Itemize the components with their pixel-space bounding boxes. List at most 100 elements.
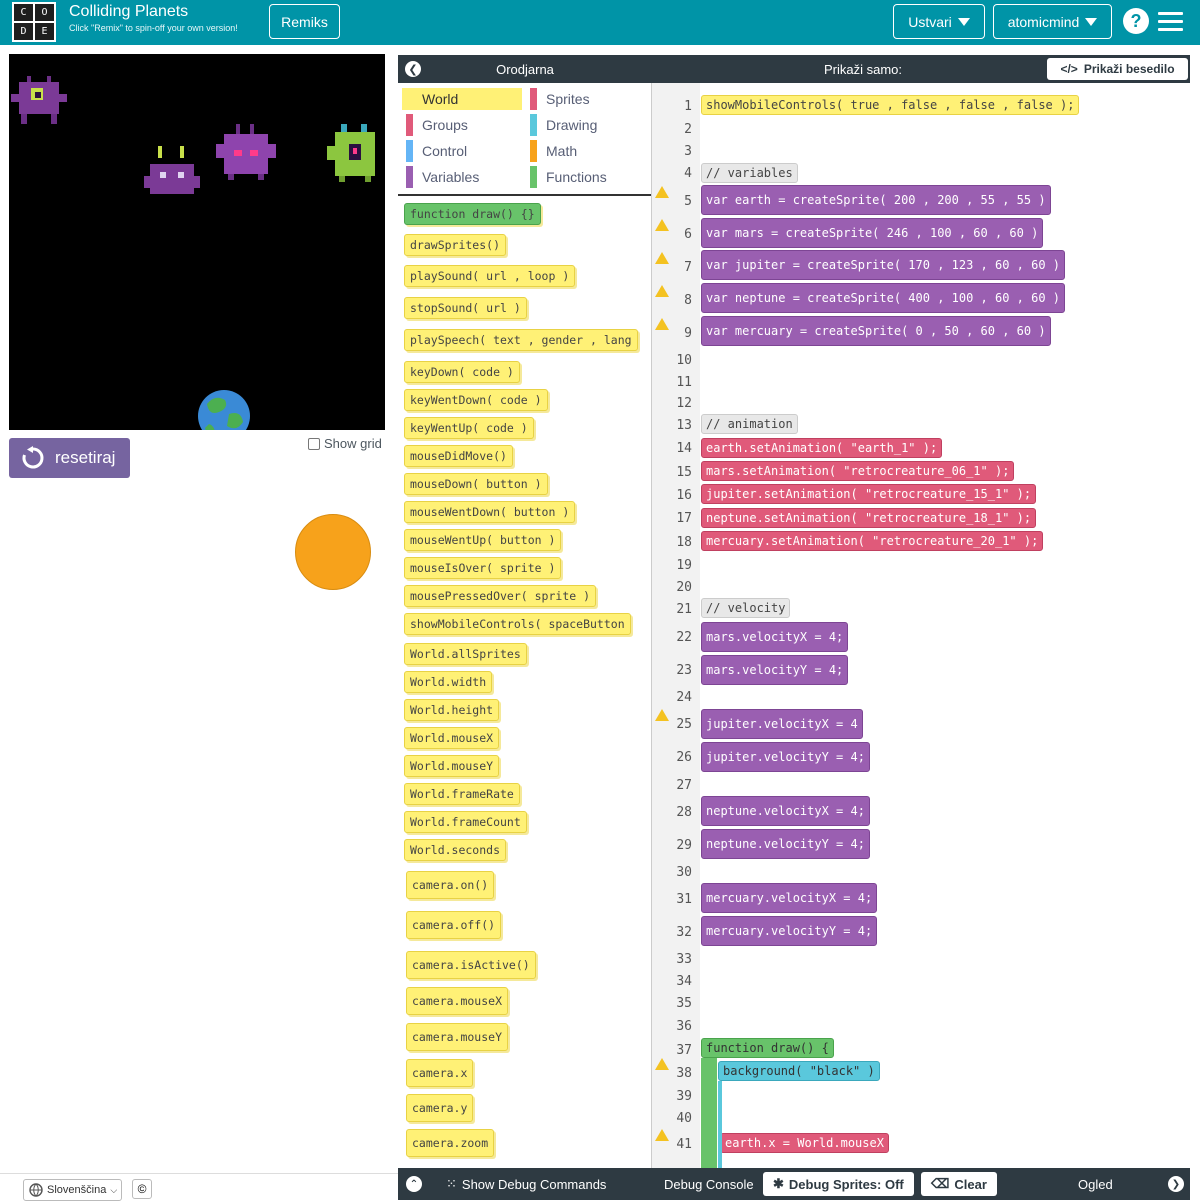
code-block-line-7[interactable]: var jupiter = createSprite( 170 , 123 , … (701, 250, 1066, 280)
toolbox-block[interactable]: mouseDidMove() (404, 445, 513, 467)
toolbox-block[interactable]: camera.on() (406, 871, 495, 899)
category-color-swatch (406, 140, 413, 162)
toolbox-block[interactable]: keyWentUp( code ) (404, 417, 534, 439)
toolbox-block[interactable]: mouseWentDown( button ) (404, 501, 576, 523)
toolbox-palette: World Sprites Groups Drawing Control Math Vari… (398, 83, 652, 1168)
toolbox-block[interactable]: playSound( url , loop ) (404, 265, 576, 287)
toolbox-block[interactable]: World.mouseX (404, 727, 500, 749)
code-block-line-6[interactable]: var mars = createSprite( 246 , 100 , 60 … (701, 218, 1044, 248)
warning-icon[interactable] (655, 1058, 669, 1070)
code-block-line-22[interactable]: mars.velocityX = 4; (701, 622, 849, 652)
code-block-line-14[interactable]: earth.setAnimation( "earth_1" ); (701, 438, 943, 458)
hamburger-menu-icon[interactable] (1158, 12, 1183, 31)
category-sprites[interactable]: Sprites (526, 88, 646, 110)
project-subtitle: Click "Remix" to spin-off your own versi… (69, 23, 238, 33)
code-block-line-28[interactable]: neptune.velocityX = 4; (701, 796, 870, 826)
category-control[interactable]: Control (402, 140, 522, 162)
warning-icon[interactable] (655, 709, 669, 721)
purple-alien-sprite (11, 76, 67, 124)
toolbox-block[interactable]: World.frameCount (404, 811, 527, 833)
toolbox-block[interactable]: function draw() {} (404, 203, 541, 225)
warning-icon[interactable] (655, 318, 669, 330)
warning-icon[interactable] (655, 186, 669, 198)
collapse-toolbox-icon[interactable]: ❮ (405, 61, 421, 77)
code-block-line-23[interactable]: mars.velocityY = 4; (701, 655, 849, 685)
toolbox-block[interactable]: camera.zoom (406, 1129, 495, 1157)
code-block-line-15[interactable]: mars.setAnimation( "retrocreature_06_1" … (701, 461, 1015, 481)
category-groups[interactable]: Groups (402, 114, 522, 136)
toolbox-block[interactable]: World.seconds (404, 839, 507, 861)
toolbox-block[interactable]: keyWentDown( code ) (404, 389, 548, 411)
warning-icon[interactable] (655, 219, 669, 231)
code-block-line-31[interactable]: mercuary.velocityX = 4; (701, 883, 878, 913)
collapse-watch-panel[interactable]: ❯ (1168, 1172, 1184, 1196)
category-functions[interactable]: Functions (526, 166, 646, 188)
code-block-line-25[interactable]: jupiter.velocityX = 4 (701, 709, 863, 739)
toolbox-block[interactable]: World.height (404, 699, 500, 721)
code-block-line-13[interactable]: // animation (701, 414, 798, 434)
copyright-icon[interactable]: © (132, 1179, 152, 1199)
toolbox-block[interactable]: World.frameRate (404, 783, 520, 805)
code-block-line-21[interactable]: // velocity (701, 598, 791, 618)
code-block-line-29[interactable]: neptune.velocityY = 4; (701, 829, 870, 859)
toolbox-block[interactable]: camera.x (406, 1059, 474, 1087)
code-block-line-38[interactable]: background( "black" ) (718, 1061, 880, 1081)
toolbox-block[interactable]: drawSprites() (404, 234, 507, 256)
toolbox-block[interactable]: mouseIsOver( sprite ) (404, 557, 562, 579)
code-org-logo[interactable]: C O D E (12, 2, 56, 42)
category-math[interactable]: Math (526, 140, 646, 162)
reset-button[interactable]: resetiraj (9, 438, 130, 478)
toolbox-block[interactable]: World.mouseY (404, 755, 500, 777)
warning-icon[interactable] (655, 1129, 669, 1141)
project-title: Colliding Planets (69, 3, 189, 20)
toolbox-block[interactable]: camera.mouseY (406, 1023, 509, 1051)
debug-sprites-button[interactable]: ✱ Debug Sprites: Off (763, 1172, 914, 1196)
warning-icon[interactable] (655, 252, 669, 264)
code-block-line-17[interactable]: neptune.setAnimation( "retrocreature_18_… (701, 508, 1037, 528)
toolbox-block[interactable]: World.allSprites (404, 643, 527, 665)
toolbox-block[interactable]: camera.y (406, 1094, 474, 1122)
code-block-line-9[interactable]: var mercuary = createSprite( 0 , 50 , 60… (701, 316, 1051, 346)
code-block-line-4[interactable]: // variables (701, 163, 798, 183)
category-color-swatch (406, 114, 413, 136)
code-block-line-1[interactable]: showMobileControls( true , false , false… (701, 95, 1080, 115)
debug-bar: ⌃ ⁙ Show Debug Commands Debug Console ✱ De… (398, 1168, 1190, 1200)
toolbox-block[interactable]: mousePressedOver( sprite ) (404, 585, 597, 607)
code-block-line-41[interactable]: earth.x = World.mouseX (720, 1133, 889, 1153)
code-block-line-37[interactable]: function draw() { (701, 1038, 834, 1058)
show-grid-checkbox[interactable]: Show grid (308, 436, 382, 451)
show-debug-commands-button[interactable]: ⁙ Show Debug Commands (446, 1172, 606, 1196)
toolbox-block[interactable]: stopSound( url ) (404, 297, 527, 319)
code-block-line-18[interactable]: mercuary.setAnimation( "retrocreature_20… (701, 531, 1044, 551)
toolbox-block[interactable]: camera.isActive() (406, 951, 536, 979)
block-workspace[interactable]: showMobileControls( true , false , false… (700, 83, 1190, 1168)
category-variables[interactable]: Variables (402, 166, 522, 188)
code-block-line-8[interactable]: var neptune = createSprite( 400 , 100 , … (701, 283, 1066, 313)
category-world[interactable]: World (402, 88, 522, 110)
mobile-space-button[interactable] (295, 514, 371, 590)
toolbox-block[interactable]: camera.off() (406, 911, 502, 939)
code-block-line-16[interactable]: jupiter.setAnimation( "retrocreature_15_… (701, 484, 1037, 504)
toolbox-block[interactable]: playSpeech( text , gender , lang (404, 329, 638, 351)
toolbox-block[interactable]: camera.mouseX (406, 987, 509, 1015)
clear-button[interactable]: ⌫ Clear (921, 1172, 997, 1196)
code-block-line-26[interactable]: jupiter.velocityY = 4; (701, 742, 870, 772)
game-stage[interactable] (9, 54, 385, 430)
help-icon[interactable]: ? (1123, 8, 1149, 34)
warning-icon[interactable] (655, 285, 669, 297)
user-menu-button[interactable]: atomicmind (993, 4, 1112, 39)
code-block-line-32[interactable]: mercuary.velocityY = 4; (701, 916, 878, 946)
toolbox-block[interactable]: keyDown( code ) (404, 361, 520, 383)
language-select[interactable]: Slovenščina ⌵ (23, 1179, 122, 1201)
toolbox-block[interactable]: World.width (404, 671, 493, 693)
create-menu-button[interactable]: Ustvari (893, 4, 985, 39)
top-bar: C O D E Colliding Planets Click "Remix" … (0, 0, 1200, 45)
toggle-debug-panel[interactable]: ⌃ (406, 1172, 422, 1196)
remix-button[interactable]: Remiks (269, 4, 340, 39)
category-drawing[interactable]: Drawing (526, 114, 646, 136)
toolbox-block[interactable]: mouseWentUp( button ) (404, 529, 562, 551)
show-text-button[interactable]: </> Prikaži besedilo (1047, 58, 1188, 80)
code-block-line-5[interactable]: var earth = createSprite( 200 , 200 , 55… (701, 185, 1051, 215)
toolbox-block[interactable]: showMobileControls( spaceButton (404, 613, 631, 635)
toolbox-block[interactable]: mouseDown( button ) (404, 473, 548, 495)
